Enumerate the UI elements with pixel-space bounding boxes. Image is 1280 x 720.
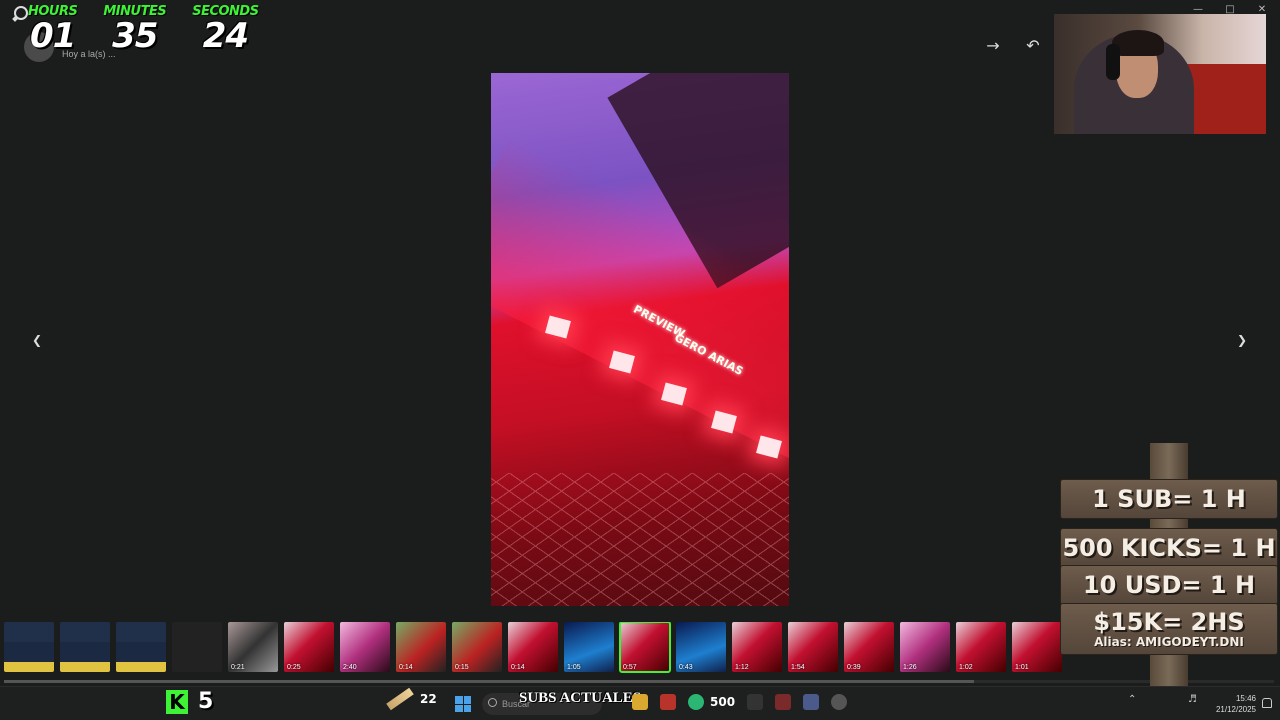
app-icon[interactable]: [803, 694, 820, 710]
subathon-timer: HOURS 01 MINUTES 35 SECONDS 24: [28, 4, 259, 53]
reply-icon[interactable]: ↶: [1022, 36, 1044, 55]
taskbar-clock[interactable]: 15:46 21/12/2025: [1206, 693, 1256, 715]
media-thumbnail[interactable]: 0:15: [452, 622, 502, 672]
subs-goal: 500: [710, 695, 736, 709]
timer-seconds-value: 24: [202, 16, 249, 56]
file-explorer-icon[interactable]: [632, 694, 648, 710]
media-thumbnail[interactable]: [60, 622, 110, 672]
whatsapp-taskbar-icon[interactable]: [688, 694, 704, 710]
timer-minutes-value: 35: [112, 16, 158, 56]
media-thumbnail[interactable]: 1:54: [788, 622, 838, 672]
thumbnail-duration: 0:57: [623, 664, 637, 671]
media-thumbnail[interactable]: [116, 622, 166, 672]
sign-line: 10 USD= 1 H: [1060, 565, 1278, 605]
kick-logo-icon: K: [166, 689, 188, 714]
timer-minutes: MINUTES 35: [103, 4, 166, 53]
clock-time: 15:46: [1235, 694, 1256, 703]
thumbnail-duration: 0:25: [287, 664, 301, 671]
search-icon: [488, 698, 497, 707]
thumbnail-duration: 1:26: [903, 664, 917, 671]
thumbnail-duration: 0:43: [679, 664, 693, 671]
subathon-rules-sign: 1 SUB= 1 H 500 KICKS= 1 H 10 USD= 1 H $1…: [1058, 443, 1280, 720]
media-thumbnail[interactable]: 0:57: [619, 622, 671, 673]
media-thumbnail[interactable]: 0:21: [228, 622, 278, 672]
subs-label: SUBS ACTUALES: [519, 690, 642, 706]
sign-line: 500 KICKS= 1 H: [1060, 528, 1278, 568]
thumbnail-duration: 0:39: [847, 664, 861, 671]
media-video[interactable]: PREVIEW GERO ARIAS: [491, 73, 789, 606]
whatsapp-media-viewer: — □ ✕ Hoy a la(s) ... HOURS 01 MINUTES 3…: [0, 0, 1280, 720]
taskbar-apps: 500: [632, 694, 848, 710]
kick-counter: K 5: [166, 689, 213, 714]
whatsapp-icon: [14, 6, 28, 20]
forward-icon[interactable]: →: [982, 36, 1004, 55]
media-thumbnail[interactable]: 1:26: [900, 622, 950, 672]
sign-alias: Alias: AMIGODEYT.DNI: [1094, 635, 1244, 649]
thumbnail-duration: 0:15: [455, 664, 469, 671]
headphones: [1106, 44, 1120, 80]
media-thumbnail[interactable]: 1:02: [956, 622, 1006, 672]
next-media-button[interactable]: ❯: [1232, 330, 1252, 350]
stage-truss: [491, 473, 789, 606]
thumbnail-duration: 1:01: [1015, 664, 1029, 671]
media-thumbnail[interactable]: 0:25: [284, 622, 334, 672]
thumbnail-duration: 0:14: [511, 664, 525, 671]
thumbnail-duration: 1:02: [959, 664, 973, 671]
volume-icon[interactable]: ♬: [1188, 694, 1197, 705]
media-thumbnail[interactable]: 0:14: [508, 622, 558, 672]
bits-count: 22: [420, 692, 437, 706]
media-thumbnail[interactable]: [4, 622, 54, 672]
thumbnail-duration: 0:21: [231, 664, 245, 671]
media-thumbnail[interactable]: 1:12: [732, 622, 782, 672]
sign-line: $15K= 2HS: [1093, 608, 1245, 636]
media-thumbnail[interactable]: 1:01: [1012, 622, 1062, 672]
media-thumbnail[interactable]: 0:43: [676, 622, 726, 672]
webcam-feed: [1054, 14, 1266, 134]
brave-icon[interactable]: [660, 694, 676, 710]
tray-chevron-icon[interactable]: ⌃: [1128, 694, 1136, 705]
previous-media-button[interactable]: ❮: [27, 330, 47, 350]
media-actions: → ↶: [982, 36, 1044, 55]
app-icon[interactable]: [775, 694, 792, 710]
thumbnail-duration: 2:40: [343, 664, 357, 671]
sign-line: 1 SUB= 1 H: [1060, 479, 1278, 519]
media-thumbnail[interactable]: 0:14: [396, 622, 446, 672]
timer-seconds: SECONDS 24: [192, 4, 259, 56]
media-thumbnail[interactable]: 1:05: [564, 622, 614, 672]
app-icon[interactable]: [747, 694, 764, 710]
kick-count: 5: [198, 689, 214, 714]
thumbnail-duration: 1:12: [735, 664, 749, 671]
timer-hours-value: 01: [30, 16, 76, 56]
windows-start-icon[interactable]: [455, 696, 471, 712]
thumbnail-duration: 1:54: [791, 664, 805, 671]
media-thumbnail[interactable]: 2:40: [340, 622, 390, 672]
media-thumbnail[interactable]: [172, 622, 222, 672]
bits-counter: 22: [386, 687, 437, 711]
sign-last-plank: $15K= 2HS Alias: AMIGODEYT.DNI: [1060, 603, 1278, 655]
timer-hours: HOURS 01: [28, 4, 78, 56]
thumbnail-duration: 0:14: [399, 664, 413, 671]
app-icon[interactable]: [831, 694, 848, 710]
media-thumbnail[interactable]: 0:39: [844, 622, 894, 672]
clock-date: 21/12/2025: [1215, 705, 1256, 714]
notification-icon[interactable]: [1262, 698, 1272, 708]
thumbnail-duration: 1:05: [567, 664, 581, 671]
